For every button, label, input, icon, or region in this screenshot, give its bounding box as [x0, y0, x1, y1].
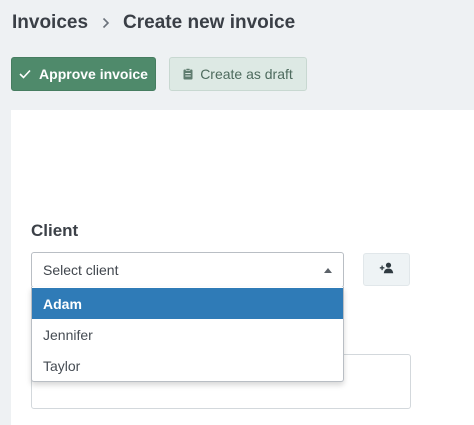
create-draft-label: Create as draft [200, 66, 293, 82]
breadcrumb: Invoices Create new invoice [12, 10, 295, 36]
approve-invoice-button[interactable]: Approve invoice [11, 57, 156, 91]
client-select-value: Select client [43, 262, 119, 278]
check-icon [19, 69, 31, 79]
client-select[interactable]: Select client [31, 252, 344, 288]
client-dropdown-menu: Adam Jennifer Taylor [31, 287, 344, 382]
create-draft-button[interactable]: Create as draft [169, 57, 307, 91]
client-option-adam[interactable]: Adam [32, 288, 343, 319]
add-user-icon [379, 261, 395, 279]
client-option-jennifer[interactable]: Jennifer [32, 319, 343, 350]
caret-up-icon [324, 268, 332, 273]
approve-invoice-label: Approve invoice [39, 66, 148, 82]
clipboard-icon [183, 68, 193, 80]
breadcrumb-invoices-link[interactable]: Invoices [12, 12, 88, 34]
page-title: Create new invoice [123, 12, 296, 33]
client-option-taylor[interactable]: Taylor [32, 350, 343, 381]
client-label: Client [31, 221, 79, 240]
add-client-button[interactable] [363, 253, 410, 286]
chevron-right-icon [102, 17, 110, 29]
